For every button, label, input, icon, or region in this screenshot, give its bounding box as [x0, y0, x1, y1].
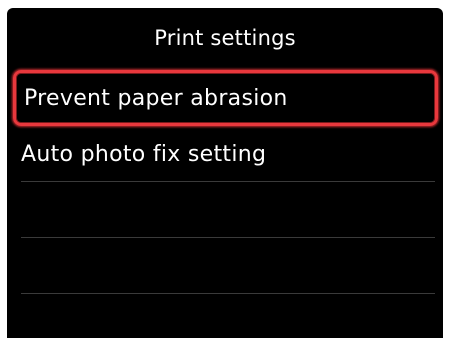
settings-menu-list: Prevent paper abrasion Auto photo fix se…	[7, 70, 443, 338]
menu-item-auto-photo-fix-setting[interactable]: Auto photo fix setting	[7, 126, 443, 182]
menu-item-empty-1	[7, 182, 443, 238]
screen-title: Print settings	[154, 26, 296, 50]
menu-item-label: Prevent paper abrasion	[24, 85, 288, 111]
menu-item-empty-3	[7, 294, 443, 338]
menu-item-empty-2	[7, 238, 443, 294]
printer-lcd-screen: Print settings Prevent paper abrasion Au…	[7, 8, 443, 338]
menu-item-label: Auto photo fix setting	[21, 141, 267, 167]
menu-item-prevent-paper-abrasion[interactable]: Prevent paper abrasion	[13, 70, 438, 126]
